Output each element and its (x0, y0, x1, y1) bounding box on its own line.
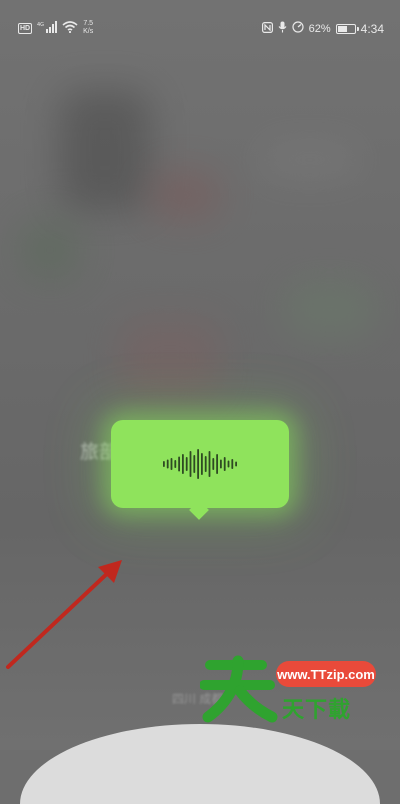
watermark-logo-icon (200, 655, 278, 723)
battery-fill (337, 25, 347, 32)
waveform-bar (182, 454, 184, 474)
battery-percentage: 62% (308, 22, 331, 35)
voice-recording-bubble (111, 420, 289, 508)
waveform-bar (227, 460, 230, 468)
speedometer-icon (292, 21, 304, 36)
waveform-bar (204, 456, 207, 472)
network-type-label: 4G (37, 22, 44, 28)
blurred-region (20, 220, 80, 280)
waveform-icon (163, 449, 237, 479)
status-bar: HD 4G 7.5 K/s 62% 4:34 (0, 0, 400, 56)
waveform-bar (208, 451, 211, 477)
waveform-bar (197, 449, 199, 479)
network-speed: 7.5 K/s (83, 20, 94, 35)
waveform-bar (201, 453, 203, 475)
waveform-bar (231, 459, 234, 469)
waveform-bar (223, 457, 226, 471)
blurred-region (285, 280, 375, 340)
waveform-bar (189, 451, 192, 477)
status-bar-right: 62% 4:34 (261, 21, 384, 36)
watermark-brand-text: 天下載 (282, 697, 352, 722)
status-bar-left: HD 4G 7.5 K/s (18, 20, 93, 36)
watermark-url-badge: www.TTzip.com (276, 661, 376, 687)
waveform-bar (193, 455, 196, 473)
waveform-bar (212, 458, 215, 470)
annotation-arrow-icon (6, 560, 122, 669)
waveform-bar (166, 459, 169, 469)
nfc-icon (261, 21, 273, 36)
waveform-bar (170, 458, 173, 470)
blurred-region (150, 170, 220, 220)
battery-icon (335, 23, 359, 34)
clock: 4:34 (360, 21, 384, 36)
blurred-region (260, 140, 360, 180)
waveform-bar (216, 454, 218, 474)
wifi-icon (62, 20, 78, 36)
cellular-signal-icon: 4G (37, 20, 58, 36)
waveform-bar (235, 461, 237, 467)
blurred-region (60, 90, 150, 210)
waveform-bar (174, 460, 177, 468)
waveform-bar (185, 457, 188, 471)
hd-badge: HD (18, 22, 33, 34)
waveform-bar (220, 459, 222, 469)
blurred-region (120, 320, 220, 400)
waveform-bar (163, 461, 165, 467)
waveform-bar (178, 456, 180, 472)
microphone-icon (278, 21, 287, 36)
